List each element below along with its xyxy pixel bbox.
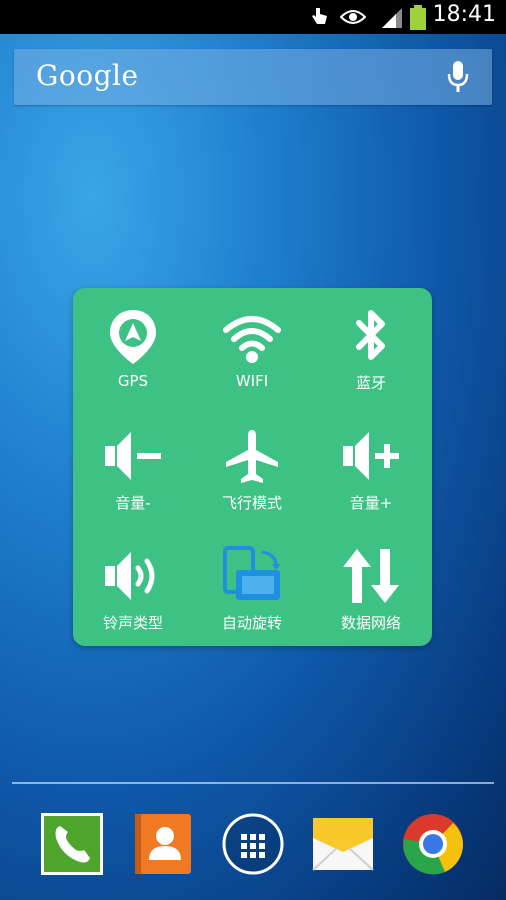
tile-auto-rotate[interactable]: 自动旋转 [192,528,312,648]
battery-icon [409,5,427,35]
tile-bluetooth-label: 蓝牙 [355,374,386,392]
eye-icon [339,8,367,30]
wifi-icon [223,316,281,363]
hand-touch-icon [307,5,331,33]
tile-volume-down-label: 音量- [115,494,151,512]
phone-icon[interactable] [40,812,104,876]
tile-ringtone-type-label: 铃声类型 [102,614,163,632]
tile-auto-rotate-label: 自动旋转 [221,614,282,632]
tile-ringtone-type[interactable]: 铃声类型 [73,528,193,648]
status-time: 18:41 [432,2,496,27]
google-search-bar[interactable]: Google [14,49,492,105]
tile-volume-up[interactable]: 音量+ [311,408,431,528]
email-icon[interactable] [311,812,375,876]
tile-wifi-label: WIFI [235,372,269,390]
volume-down-icon [105,432,161,480]
tile-data-network-label: 数据网络 [340,614,401,632]
tile-data-network[interactable]: 数据网络 [311,528,431,648]
tile-airplane-mode[interactable]: 飞行模式 [192,408,312,528]
dock-divider [12,782,494,784]
tile-gps-label: GPS [117,372,149,390]
tile-wifi[interactable]: WIFI [192,288,312,408]
tile-gps[interactable]: GPS [73,288,193,408]
status-bar: 18:41 [0,0,506,34]
airplane-icon [226,430,278,483]
tile-bluetooth[interactable]: 蓝牙 [311,288,431,408]
volume-up-icon [343,432,399,480]
auto-rotate-icon [223,546,280,600]
tile-volume-down[interactable]: 音量- [73,408,193,528]
ringtone-icon [105,552,155,600]
chrome-icon[interactable] [401,812,465,876]
google-logo: Google [36,59,139,92]
quick-settings-widget: GPS WIFI 蓝牙 音量- 飞行模式 音量+ 铃声类型 自动旋转 数据网络 [73,288,432,646]
contacts-icon[interactable] [131,812,195,876]
gps-icon [110,310,156,364]
app-drawer-icon[interactable] [221,812,285,876]
bluetooth-icon [356,310,385,360]
data-network-icon [343,549,399,603]
mic-icon[interactable] [444,60,472,98]
tile-airplane-mode-label: 飞行模式 [221,494,282,512]
signal-icon [380,6,404,34]
tile-volume-up-label: 音量+ [349,494,393,512]
